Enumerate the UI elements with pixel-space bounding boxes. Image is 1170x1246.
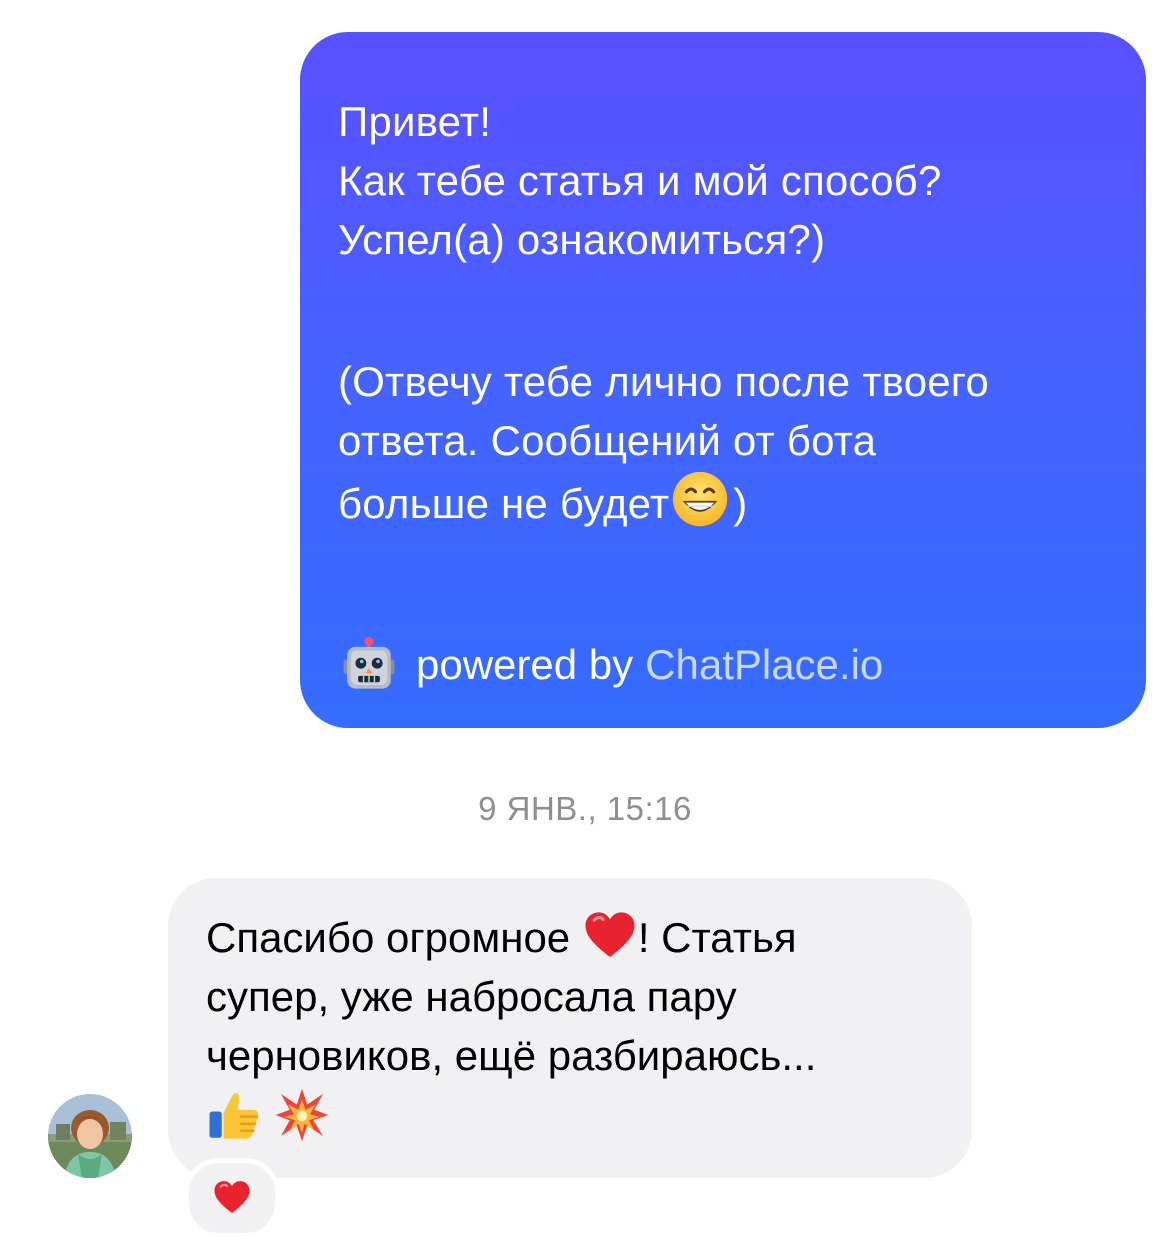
message-line: черновиков, ещё разбираюсь... (206, 1032, 817, 1079)
red-heart-icon (585, 912, 635, 957)
message-line: ответа. Сообщений от бота (338, 417, 877, 464)
message-line: Как тебе статья и мой способ? (338, 157, 942, 204)
message-line-with-emoji: больше не будет ) (338, 470, 1106, 533)
message-line: (Отвечу тебе лично после твоего (338, 358, 989, 405)
robot-icon (343, 636, 395, 689)
powered-by-footer: powered by ChatPlace.io (340, 636, 883, 694)
message-text: Спасибо огромное (206, 914, 571, 961)
message-line-with-emoji: Спасибо огромное ! Статья (206, 908, 942, 967)
collision-icon (275, 1088, 329, 1142)
chatplace-link[interactable]: ChatPlace.io (645, 641, 883, 689)
powered-by-label: powered by (416, 641, 634, 688)
emoji-row (206, 1087, 942, 1143)
message-timestamp: 9 ЯНВ., 15:16 (478, 790, 692, 827)
grinning-face-icon (673, 471, 728, 527)
message-text: ) (733, 480, 748, 527)
red-heart-icon (214, 1181, 250, 1213)
thumbs-up-icon (209, 1093, 259, 1139)
message-line: супер, уже набросала пару (206, 973, 737, 1020)
message-text: больше не будет (338, 480, 670, 527)
avatar-image (48, 1094, 132, 1178)
incoming-message-bubble[interactable]: Спасибо огромное ! Статья супер, уже наб… (168, 878, 972, 1178)
sender-avatar[interactable] (48, 1094, 132, 1178)
message-text: ! Статья (637, 914, 797, 961)
message-line: Привет! (338, 98, 492, 145)
outgoing-message-bubble[interactable]: Привет! Как тебе статья и мой способ? Ус… (300, 32, 1146, 728)
message-line: Успел(а) ознакомиться?) (338, 216, 826, 263)
heart-reaction[interactable] (184, 1158, 280, 1238)
